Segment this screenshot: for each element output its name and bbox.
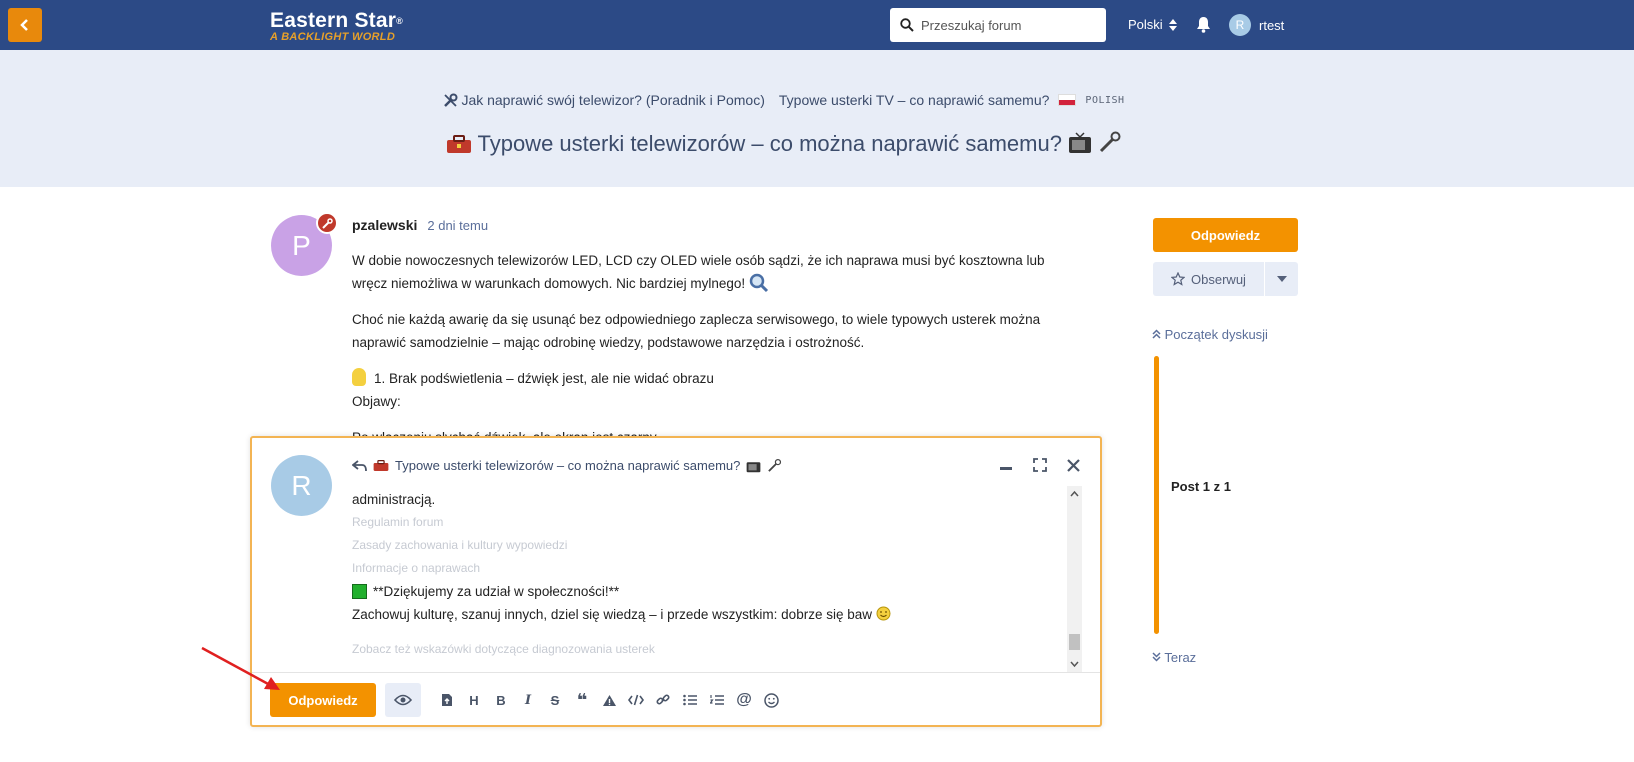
objawy-label: Objawy: xyxy=(352,394,401,409)
logo-title: Eastern Star xyxy=(270,9,397,32)
breadcrumb-label: Jak naprawić swój telewizor? (Poradnik i… xyxy=(461,92,765,108)
language-selector[interactable]: Polski xyxy=(1128,17,1177,32)
top-navbar: Eastern Star® A BACKLIGHT WORLD Przeszuk… xyxy=(0,0,1634,50)
bell-icon xyxy=(1197,17,1210,33)
breadcrumb-label: Typowe usterki TV – co naprawić samemu? xyxy=(778,92,1050,108)
sort-icon xyxy=(1168,18,1177,31)
background-ghost-text: Informacje o naprawach xyxy=(352,561,481,575)
user-menu[interactable]: R rtest xyxy=(1229,14,1284,36)
post-timestamp[interactable]: 2 dni temu xyxy=(427,218,488,233)
strikethrough-icon[interactable]: S xyxy=(546,691,564,709)
warning-icon[interactable] xyxy=(600,691,618,709)
numbered-list-icon[interactable] xyxy=(708,691,726,709)
logo-registered: ® xyxy=(396,16,403,26)
logo-subtitle: A BACKLIGHT WORLD xyxy=(270,31,396,43)
background-ghost-text: Zobacz też wskazówki dotyczące diagnozow… xyxy=(352,642,655,656)
back-button[interactable] xyxy=(8,8,42,42)
avatar: R xyxy=(1229,14,1251,36)
post-author[interactable]: pzalewski xyxy=(352,217,417,233)
composer-textarea[interactable]: administracją. Regulamin forum Zasady za… xyxy=(352,488,1062,668)
composer-title-text: Typowe usterki telewizorów – co można na… xyxy=(395,458,741,473)
language-label: Polski xyxy=(1128,17,1163,32)
background-ghost-text: Regulamin forum xyxy=(352,515,444,529)
poland-flag-icon xyxy=(1058,94,1077,106)
background-ghost-text: Zasady zachowania i kultury wypowiedzi xyxy=(352,538,568,552)
scroll-down-icon xyxy=(1070,661,1079,668)
emoji-icon[interactable] xyxy=(762,691,780,709)
double-chevron-up-icon xyxy=(1152,329,1161,339)
topic-header: Jak naprawić swój telewizor? (Poradnik i… xyxy=(0,50,1634,187)
upload-file-icon[interactable] xyxy=(438,691,456,709)
bullet-list-icon[interactable] xyxy=(681,691,699,709)
formatting-toolbar: H B I S ❝ @ xyxy=(438,690,780,710)
language-tag: POLISH xyxy=(1085,94,1125,106)
breadcrumb: Jak naprawić swój telewizor? (Poradnik i… xyxy=(0,92,1568,108)
double-chevron-down-icon xyxy=(1152,652,1161,662)
wrench-icon xyxy=(768,458,782,472)
eye-icon xyxy=(394,694,412,706)
timeline-position: Post 1 z 1 xyxy=(1171,479,1231,494)
reply-button[interactable]: Odpowiedz xyxy=(1153,218,1298,252)
scrollbar[interactable] xyxy=(1067,486,1082,672)
wrench-icon xyxy=(1100,131,1121,153)
reply-icon xyxy=(352,459,367,471)
close-icon[interactable] xyxy=(1067,458,1080,472)
section-heading: 1. Brak podświetlenia – dźwięk jest, ale… xyxy=(352,367,1072,390)
code-icon[interactable] xyxy=(627,691,645,709)
smiley-icon xyxy=(876,606,891,621)
bold-icon[interactable]: B xyxy=(492,691,510,709)
search-icon xyxy=(900,18,914,32)
timeline-start-link[interactable]: Początek dyskusji xyxy=(1152,327,1268,342)
toolbox-icon xyxy=(373,459,389,472)
timeline-end-link[interactable]: Teraz xyxy=(1152,650,1196,665)
post-paragraph: Choć nie każdą awarię da się usunąć bez … xyxy=(352,312,1041,350)
star-icon xyxy=(1171,272,1186,286)
username: rtest xyxy=(1259,17,1285,33)
watch-button-group: Obserwuj xyxy=(1153,262,1298,296)
composer-footer: Odpowiedz H B I S ❝ @ xyxy=(252,672,1100,726)
page-title: Typowe usterki telewizorów – co można na… xyxy=(0,130,1568,157)
breadcrumb-item-category[interactable]: Jak naprawić swój telewizor? (Poradnik i… xyxy=(443,92,765,108)
watch-label: Obserwuj xyxy=(1191,271,1246,287)
magnifier-icon xyxy=(749,273,769,293)
green-square-icon xyxy=(352,584,367,599)
quote-icon[interactable]: ❝ xyxy=(573,690,591,710)
notifications-button[interactable] xyxy=(1196,16,1211,38)
heading-icon[interactable]: H xyxy=(465,691,483,709)
composer-title[interactable]: Typowe usterki telewizorów – co można na… xyxy=(352,458,782,473)
toolbox-icon xyxy=(446,135,471,153)
minimize-icon[interactable] xyxy=(999,458,1013,472)
watch-button[interactable]: Obserwuj xyxy=(1153,262,1265,296)
post-header: pzalewski 2 dni temu xyxy=(352,217,488,233)
avatar: R xyxy=(271,455,332,516)
preview-button[interactable] xyxy=(385,683,421,717)
breadcrumb-item-subcategory[interactable]: Typowe usterki TV – co naprawić samemu? … xyxy=(779,92,1125,108)
composer-controls xyxy=(999,458,1080,472)
reply-composer: R Typowe usterki telewizorów – co można … xyxy=(250,436,1102,727)
mention-icon[interactable]: @ xyxy=(735,691,753,709)
moderator-badge xyxy=(316,212,338,234)
post-content: W dobie nowoczesnych telewizorów LED, LC… xyxy=(352,249,1072,449)
scroll-up-icon xyxy=(1070,490,1079,497)
tools-icon xyxy=(444,93,458,107)
post-paragraph: W dobie nowoczesnych telewizorów LED, LC… xyxy=(352,253,1045,293)
tv-icon xyxy=(1069,132,1092,153)
caret-down-icon xyxy=(1276,276,1287,282)
tv-icon xyxy=(747,461,761,472)
topic-title-text: Typowe usterki telewizorów – co można na… xyxy=(477,131,1062,156)
site-logo[interactable]: Eastern Star® A BACKLIGHT WORLD xyxy=(270,10,403,43)
search-input[interactable]: Przeszukaj forum xyxy=(890,8,1106,42)
scroll-thumb[interactable] xyxy=(1069,634,1080,650)
link-icon[interactable] xyxy=(654,691,672,709)
chevron-left-icon xyxy=(20,19,28,31)
submit-reply-button[interactable]: Odpowiedz xyxy=(270,683,376,717)
annotation-arrow-icon xyxy=(201,646,280,690)
fullscreen-icon[interactable] xyxy=(1033,458,1047,472)
search-placeholder: Przeszukaj forum xyxy=(921,17,1022,33)
watch-dropdown-toggle[interactable] xyxy=(1265,262,1298,296)
wrench-icon xyxy=(321,217,333,229)
lightbulb-icon xyxy=(352,368,366,386)
timeline-scrubber[interactable] xyxy=(1154,356,1159,634)
italic-icon[interactable]: I xyxy=(519,691,537,709)
